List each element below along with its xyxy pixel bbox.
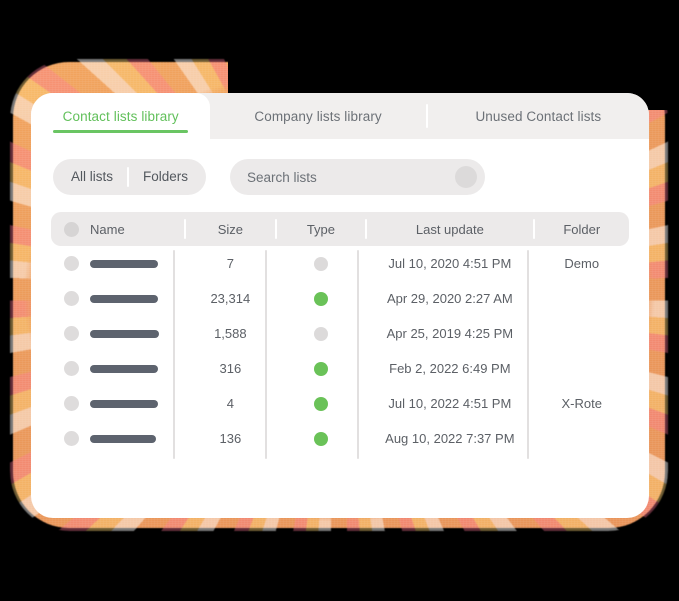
cell-type <box>277 421 366 456</box>
tab-label: Contact lists library <box>62 108 179 124</box>
table-row[interactable]: 136 Aug 10, 2022 7:37 PM <box>51 421 629 456</box>
column-header-label: Last update <box>415 221 484 237</box>
column-header-folder[interactable]: Folder <box>535 212 629 246</box>
cell-last-update: Feb 2, 2022 6:49 PM <box>389 361 511 376</box>
cell-size: 316 <box>219 361 242 376</box>
cell-last-update: Jul 10, 2022 4:51 PM <box>388 396 512 411</box>
status-dot-grey <box>313 256 328 271</box>
status-dot-green <box>313 291 328 306</box>
column-header-label: Size <box>217 221 243 237</box>
search-input-placeholder: Search lists <box>247 169 317 185</box>
tab-contact-lists-library[interactable]: Contact lists library <box>31 93 211 139</box>
row-checkbox-icon[interactable] <box>64 361 79 376</box>
status-dot-green <box>313 361 328 376</box>
redacted-name-bar <box>90 399 158 408</box>
cell-size: 23,314 <box>210 291 251 306</box>
column-header-size[interactable]: Size <box>186 212 275 246</box>
lists-table: Name Size Type Last update Folder 7 Jul … <box>51 212 629 459</box>
tab-unused-contact-lists[interactable]: Unused Contact lists <box>428 93 649 139</box>
cell-folder <box>535 351 629 386</box>
redacted-name-bar <box>90 259 158 268</box>
screenshot-canvas: Contact lists library Company lists libr… <box>0 0 679 601</box>
cell-size: 4 <box>226 396 234 411</box>
column-header-label: Folder <box>563 221 601 237</box>
folders-button[interactable]: Folders <box>129 159 202 195</box>
table-row[interactable]: 1,588 Apr 25, 2019 4:25 PM <box>51 316 629 351</box>
cell-name[interactable] <box>51 351 184 386</box>
cell-folder <box>535 421 629 456</box>
redacted-name-bar <box>90 364 158 373</box>
cell-folder <box>535 316 629 351</box>
app-card: Contact lists library Company lists libr… <box>31 93 649 518</box>
cell-size: 136 <box>219 431 242 446</box>
cell-size: 1,588 <box>214 326 247 341</box>
table-row[interactable]: 7 Jul 10, 2020 4:51 PM Demo <box>51 246 629 281</box>
cell-last-update: Aug 10, 2022 7:37 PM <box>385 431 515 446</box>
row-checkbox-icon[interactable] <box>64 291 79 306</box>
row-checkbox-icon[interactable] <box>64 431 79 446</box>
table-row[interactable]: 316 Feb 2, 2022 6:49 PM <box>51 351 629 386</box>
cell-size: 7 <box>226 256 234 271</box>
cell-type <box>277 351 366 386</box>
tab-bar: Contact lists library Company lists libr… <box>31 93 649 139</box>
select-all-checkbox-icon[interactable] <box>64 221 79 237</box>
tab-company-lists-library[interactable]: Company lists library <box>210 93 425 139</box>
table-row[interactable]: 4 Jul 10, 2022 4:51 PM X-Rote <box>51 386 629 421</box>
cell-type <box>277 246 366 281</box>
redacted-name-bar <box>90 329 159 338</box>
cell-folder: Demo <box>564 256 600 271</box>
cell-name[interactable] <box>51 281 184 316</box>
redacted-name-bar <box>90 434 156 443</box>
tab-label: Company lists library <box>254 108 382 124</box>
column-header-label: Name <box>90 221 125 237</box>
column-header-name[interactable]: Name <box>51 212 184 246</box>
redacted-name-bar <box>90 294 158 303</box>
column-header-type[interactable]: Type <box>277 212 366 246</box>
table-header-row: Name Size Type Last update Folder <box>51 212 629 246</box>
table-body: 7 Jul 10, 2020 4:51 PM Demo 23,314 Apr 29, 2… <box>51 246 629 459</box>
cell-last-update: Apr 29, 2020 2:27 AM <box>386 291 513 306</box>
row-checkbox-icon[interactable] <box>64 396 79 411</box>
all-lists-button[interactable]: All lists <box>57 159 127 195</box>
cell-folder <box>535 281 629 316</box>
status-dot-green <box>313 396 328 411</box>
cell-last-update: Jul 10, 2020 4:51 PM <box>388 256 512 271</box>
column-header-label: Type <box>306 221 335 237</box>
row-checkbox-icon[interactable] <box>64 256 79 271</box>
tab-active-underline <box>53 130 189 133</box>
cell-type <box>277 386 366 421</box>
table-row[interactable]: 23,314 Apr 29, 2020 2:27 AM <box>51 281 629 316</box>
search-icon[interactable] <box>455 166 478 188</box>
cell-folder: X-Rote <box>561 396 602 411</box>
cell-name[interactable] <box>51 316 184 351</box>
cell-type <box>277 281 366 316</box>
cell-name[interactable] <box>51 386 184 421</box>
cell-type <box>277 316 366 351</box>
list-scope-segmented-control: All lists Folders <box>53 159 207 195</box>
column-header-last-update[interactable]: Last update <box>367 212 532 246</box>
cell-name[interactable] <box>51 421 184 456</box>
cell-last-update: Apr 25, 2019 4:25 PM <box>386 326 514 341</box>
row-checkbox-icon[interactable] <box>64 326 79 341</box>
cell-name[interactable] <box>51 246 184 281</box>
tab-label: Unused Contact lists <box>475 108 602 124</box>
status-dot-grey <box>313 326 328 341</box>
toolbar: All lists Folders Search lists <box>31 139 649 195</box>
search-lists-field[interactable]: Search lists <box>230 159 486 195</box>
status-dot-green <box>313 431 328 446</box>
